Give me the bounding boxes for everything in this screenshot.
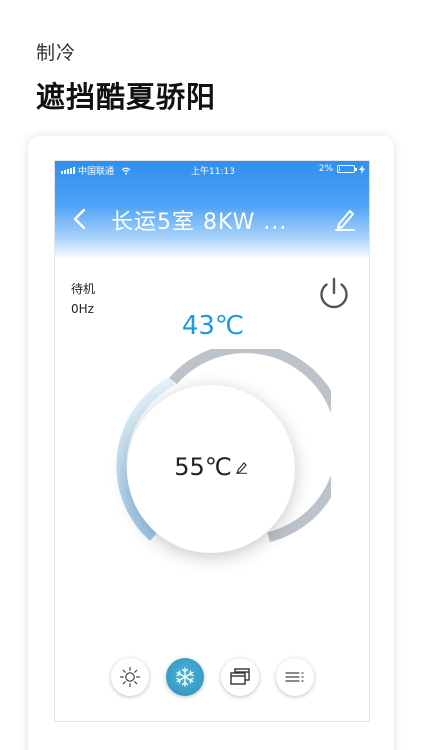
device-state: 待机 bbox=[71, 282, 96, 296]
battery-icon bbox=[337, 165, 357, 173]
setpoint-value: 55℃ bbox=[174, 453, 232, 481]
sun-icon bbox=[119, 666, 141, 688]
current-temperature: 43℃ bbox=[181, 311, 245, 341]
mode-selector bbox=[111, 658, 315, 698]
mode-label: 制冷 bbox=[36, 42, 77, 64]
app-header: 中国联通 上午11:13 2% 长运5室 8KW ... bbox=[55, 161, 369, 259]
windows-icon bbox=[230, 668, 250, 685]
nav-bar: 长运5室 8KW ... bbox=[55, 201, 369, 237]
promo-headline: 遮挡酷夏骄阳 bbox=[36, 80, 217, 114]
mode-heat-button[interactable] bbox=[111, 658, 149, 696]
battery-percent: 2% bbox=[318, 164, 333, 174]
edit-pencil-icon[interactable] bbox=[333, 206, 357, 232]
setpoint-display[interactable]: 55℃ bbox=[127, 453, 295, 481]
device-title: 长运5室 8KW ... bbox=[111, 210, 288, 235]
edit-setpoint-icon[interactable] bbox=[235, 460, 248, 474]
status-bar: 中国联通 上午11:13 2% bbox=[55, 161, 369, 179]
phone-screen: 中国联通 上午11:13 2% 长运5室 8KW ... 待机 0Hz 43℃ … bbox=[54, 160, 370, 722]
power-icon[interactable] bbox=[315, 275, 353, 313]
mode-cool-button[interactable] bbox=[166, 658, 204, 696]
back-chevron-icon[interactable] bbox=[69, 207, 91, 231]
mode-window-button[interactable] bbox=[221, 658, 259, 696]
menu-list-icon bbox=[285, 672, 304, 682]
mode-menu-button[interactable] bbox=[276, 658, 314, 696]
charging-bolt-icon bbox=[359, 164, 365, 174]
snowflake-icon bbox=[176, 667, 194, 687]
